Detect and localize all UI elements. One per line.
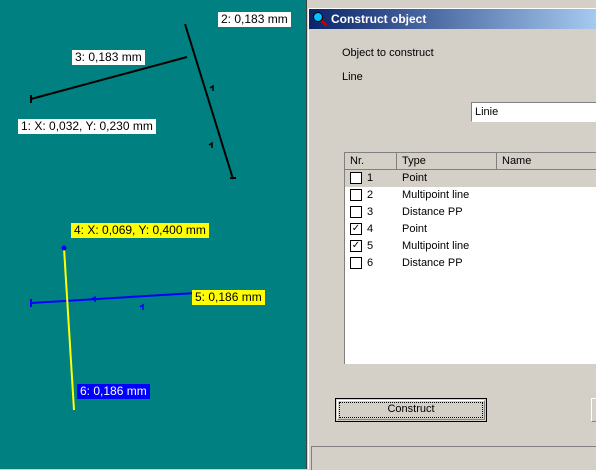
column-header-type[interactable]: Type — [397, 153, 497, 170]
secondary-button[interactable] — [591, 398, 596, 422]
row-checkbox[interactable] — [350, 206, 362, 218]
dialog-title: Construct object — [331, 12, 427, 26]
list-item[interactable]: 6 Distance PP — [345, 255, 596, 272]
object-to-construct-label: Object to construct — [342, 47, 434, 59]
row-nr: 1 — [367, 172, 374, 184]
row-checkbox[interactable] — [350, 189, 362, 201]
list-item[interactable]: ✓ 5 Multipoint line — [345, 238, 596, 255]
label-distance-3: 3: 0,183 mm — [72, 50, 145, 65]
row-nr: 4 — [367, 223, 374, 235]
row-type: Distance PP — [402, 206, 463, 218]
list-item[interactable]: ✓ 4 Point — [345, 221, 596, 238]
row-checkbox[interactable]: ✓ — [350, 223, 362, 235]
row-type: Multipoint line — [402, 189, 470, 201]
row-nr: 3 — [367, 206, 374, 218]
row-nr: 2 — [367, 189, 374, 201]
label-distance-6: 6: 0,186 mm — [77, 384, 150, 399]
drawing-canvas[interactable]: 2: 0,183 mm 3: 0,183 mm 1: X: 0,032, Y: … — [0, 0, 307, 469]
row-type: Multipoint line — [402, 240, 470, 252]
construct-button[interactable]: Construct — [335, 398, 487, 422]
row-type: Point — [402, 172, 428, 184]
status-bar — [311, 446, 596, 470]
dialog-titlebar[interactable]: Construct object — [309, 9, 596, 29]
object-type-value: Line — [342, 71, 363, 83]
list-item[interactable]: 1 Point — [345, 170, 596, 187]
list-item[interactable]: 3 Distance PP — [345, 204, 596, 221]
label-distance-5: 5: 0,186 mm — [192, 290, 265, 305]
label-point-1: 1: X: 0,032, Y: 0,230 mm — [18, 119, 156, 134]
object-name-input[interactable]: Linie — [471, 102, 596, 122]
row-checkbox[interactable] — [350, 257, 362, 269]
point-4-marker[interactable] — [61, 245, 67, 251]
column-header-nr[interactable]: Nr. — [345, 153, 397, 170]
row-checkbox[interactable] — [350, 172, 362, 184]
label-distance-2: 2: 0,183 mm — [218, 12, 291, 27]
magnifier-icon — [313, 12, 328, 27]
row-type: Distance PP — [402, 257, 463, 269]
row-nr: 6 — [367, 257, 374, 269]
list-item[interactable]: 2 Multipoint line — [345, 187, 596, 204]
line-6[interactable] — [63, 247, 75, 411]
row-checkbox[interactable]: ✓ — [350, 240, 362, 252]
label-point-4: 4: X: 0,069, Y: 0,400 mm — [71, 223, 209, 238]
line-2[interactable] — [184, 23, 234, 180]
column-header-name[interactable]: Name — [497, 153, 596, 170]
construct-object-dialog: Construct object Object to construct Lin… — [308, 8, 596, 470]
row-type: Point — [402, 223, 428, 235]
row-nr: 5 — [367, 240, 374, 252]
object-list[interactable]: Nr. Type Name 1 Point 2 Multipoint line 3 Dis… — [344, 152, 596, 364]
line-5[interactable] — [30, 292, 197, 304]
